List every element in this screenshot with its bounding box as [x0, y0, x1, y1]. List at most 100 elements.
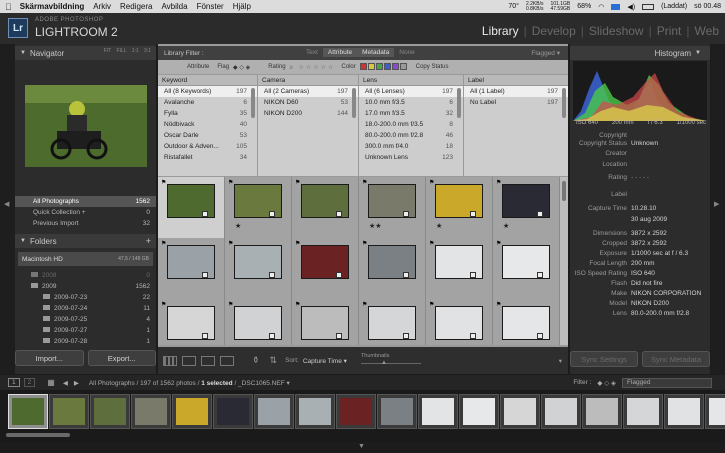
grid-icon[interactable]: ▦ [47, 378, 55, 387]
metadata-row[interactable]: 10.0 mm f/3.5 6 [359, 97, 463, 108]
module-slideshow[interactable]: Slideshow [589, 24, 644, 38]
rating-stars[interactable]: ★★ [369, 222, 382, 230]
filmstrip-thumb[interactable] [295, 394, 335, 429]
metadata-row[interactable]: Ristafallet 34 [158, 152, 257, 163]
metadata-field-value[interactable]: 10.28.10 [631, 205, 656, 212]
grid-cell[interactable]: ⚑ [158, 238, 225, 300]
color-swatch[interactable]: #8a4acc [391, 63, 399, 71]
metadata-field-value[interactable]: 200 mm [631, 260, 654, 267]
metadata-field-value[interactable]: · · · · · [631, 174, 649, 181]
battery-readout[interactable]: 68% [577, 3, 591, 10]
clock[interactable]: sö 00.48 [694, 3, 721, 10]
flag-icon[interactable]: ⚑ [496, 179, 501, 186]
volume-macintosh-hd[interactable]: Macintosh HD 47,5 / 148 GB [18, 252, 153, 266]
grid-cell[interactable]: ⚑ [225, 238, 292, 300]
folder-2009[interactable]: 2009 1562 [15, 281, 156, 292]
flag-icon[interactable]: ⚑ [295, 301, 300, 308]
column-scrollbar[interactable] [251, 88, 255, 118]
metadata-row[interactable]: Avalanche 6 [158, 97, 257, 108]
metadata-column-header[interactable]: Camera [258, 75, 358, 86]
folder-2008[interactable]: 2008 0 [15, 270, 156, 281]
flag-icon[interactable]: ⚑ [362, 301, 367, 308]
module-develop[interactable]: Develop [532, 24, 576, 38]
zoom-3-1[interactable]: 3:1 [144, 48, 151, 54]
flag-icon[interactable]: ⚑ [161, 301, 166, 308]
filmstrip-thumb[interactable] [49, 394, 89, 429]
flag-icon[interactable]: ⚑ [496, 240, 501, 247]
flag-icon[interactable]: ⚑ [362, 179, 367, 186]
grid-cell[interactable]: ⚑ [493, 238, 560, 300]
column-scrollbar[interactable] [457, 88, 461, 118]
rating-stars[interactable]: ★ [235, 222, 241, 230]
disclosure-down-icon[interactable]: ▼ [20, 50, 26, 56]
filmstrip-scrollbar[interactable] [6, 433, 70, 437]
metadata-field-value[interactable]: 30 aug 2009 [631, 216, 667, 223]
grid-cell[interactable]: ⚑ [426, 299, 493, 345]
loupe-view-icon[interactable] [182, 355, 196, 366]
disclosure-down-icon[interactable]: ▼ [20, 238, 26, 244]
metadata-row[interactable]: 80.0-200.0 mm f/2.8 46 [359, 130, 463, 141]
screen-1-button[interactable]: 1 [8, 378, 20, 387]
export-button[interactable]: Export... [87, 350, 156, 366]
menu-avbilda[interactable]: Avbilda [161, 2, 187, 11]
grid-cell[interactable]: ⚑ [493, 299, 560, 345]
filmstrip-thumb[interactable] [500, 394, 540, 429]
metadata-row[interactable]: NIKON D200 144 [258, 108, 358, 119]
metadata-field-value[interactable]: Unknown [631, 140, 658, 147]
metadata-row[interactable]: Outdoor & Adven... 105 [158, 141, 257, 152]
module-web[interactable]: Web [695, 24, 719, 38]
sweden-flag-icon[interactable] [611, 3, 621, 10]
metadata-row[interactable]: 18.0-200.0 mm f/3.5 8 [359, 119, 463, 130]
metadata-field-value[interactable]: 3872 x 2592 [631, 240, 667, 247]
import-button[interactable]: Import... [15, 350, 84, 366]
wifi-icon[interactable]: ◠ [598, 3, 604, 11]
filter-preset-dropdown[interactable]: Flagged ▾ [531, 49, 560, 57]
scroll-thumb[interactable] [562, 181, 566, 201]
flag-picks-icon[interactable]: ◆ ◇ ◈ [233, 64, 250, 71]
filter-dropdown[interactable]: Flagged [622, 377, 712, 388]
metadata-field-value[interactable]: NIKON D200 [631, 300, 669, 307]
zoom-fill[interactable]: FILL [116, 48, 126, 54]
navigator-preview[interactable] [25, 85, 147, 167]
menu-redigera[interactable]: Redigera [120, 2, 152, 11]
metadata-row[interactable]: Oscar Darle 53 [158, 130, 257, 141]
zoom-fit[interactable]: FIT [104, 48, 111, 54]
filmstrip-thumb[interactable] [459, 394, 499, 429]
catalog-item-all-photographs[interactable]: All Photographs 1562 [15, 196, 156, 207]
metadata-field-value[interactable]: NIKON CORPORATION [631, 290, 701, 297]
grid-cell[interactable]: ⚑ ★ [493, 177, 560, 239]
grid-cell[interactable]: ⚑ [292, 238, 359, 300]
filmstrip-thumb[interactable] [664, 394, 704, 429]
collapse-bottom-icon[interactable]: ▼ [358, 443, 365, 450]
disclosure-down-icon[interactable]: ▼ [695, 50, 701, 56]
metadata-row[interactable]: All (8 Keywords) 197 [158, 86, 257, 97]
filmstrip-thumb[interactable] [8, 394, 48, 429]
compare-view-icon[interactable] [201, 355, 215, 366]
filmstrip-thumb[interactable] [90, 394, 130, 429]
metadata-row[interactable]: Nödbivack 40 [158, 119, 257, 130]
filmstrip-thumb[interactable] [418, 394, 458, 429]
column-scrollbar[interactable] [562, 88, 566, 118]
rating-stars-icon[interactable]: ≥ ☆☆☆☆☆ [290, 64, 336, 71]
grid-cell[interactable]: ⚑ ★ [426, 177, 493, 239]
filmstrip-thumb[interactable] [541, 394, 581, 429]
color-swatch[interactable]: #9a9a9a [399, 63, 407, 71]
metadata-row[interactable]: No Label 197 [464, 97, 568, 108]
flag-icon[interactable]: ⚑ [161, 240, 166, 247]
add-folder-icon[interactable]: + [146, 236, 151, 246]
metadata-column-header[interactable]: Label [464, 75, 568, 86]
filmstrip-thumb[interactable] [623, 394, 663, 429]
sort-dropdown[interactable]: Capture Time ▾ [303, 357, 347, 365]
volume-icon[interactable]: ◀) [627, 3, 635, 11]
metadata-row[interactable]: NIKON D60 53 [258, 97, 358, 108]
filter-tab-text[interactable]: Text [301, 48, 323, 57]
grid-cell[interactable]: ⚑ ★ [225, 177, 292, 239]
color-swatch[interactable]: #d6c64a [367, 63, 375, 71]
module-library[interactable]: Library [482, 24, 519, 38]
metadata-column-header[interactable]: Lens [359, 75, 463, 86]
battery-icon[interactable] [642, 3, 655, 10]
menu-arkiv[interactable]: Arkiv [93, 2, 111, 11]
grid-cell[interactable]: ⚑ [225, 299, 292, 345]
flag-icon[interactable]: ⚑ [295, 179, 300, 186]
flag-icon[interactable]: ⚑ [429, 240, 434, 247]
